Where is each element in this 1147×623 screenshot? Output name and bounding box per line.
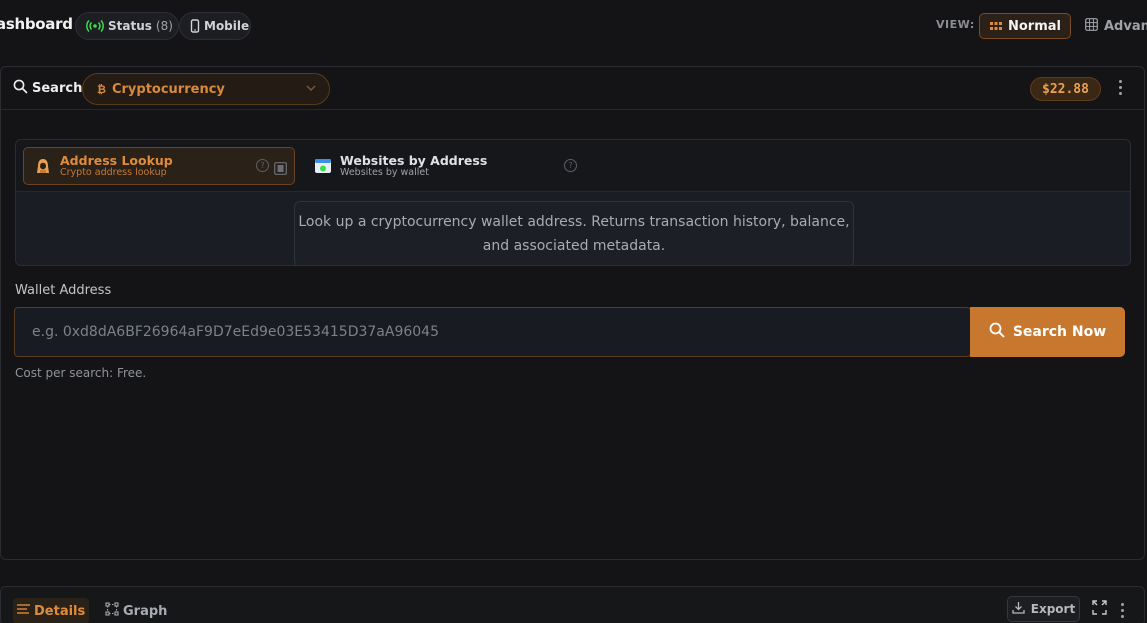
wallet-address-field [14, 307, 971, 357]
category-select[interactable]: ₿ Cryptocurrency [82, 73, 330, 105]
tool-subtitle: Crypto address lookup [60, 167, 167, 178]
search-icon [13, 79, 28, 98]
tool-websites-by-address[interactable]: Websites by Address Websites by wallet ? [304, 147, 577, 185]
status-count: (8) [155, 19, 173, 33]
search-now-button[interactable]: Search Now [970, 307, 1125, 357]
tab-graph[interactable]: Graph [101, 598, 171, 623]
tool-address-lookup[interactable]: Address Lookup Crypto address lookup ? [23, 147, 295, 185]
search-heading: Search [13, 79, 82, 98]
wallet-address-label: Wallet Address [15, 283, 112, 298]
tool-description: Look up a cryptocurrency wallet address.… [294, 201, 854, 265]
view-label: VIEW: [936, 18, 975, 31]
tool-title: Address Lookup [60, 153, 173, 168]
category-selected-label: Cryptocurrency [111, 81, 225, 97]
top-bar: ashboard Status (8) Mobile VIEW: Normal [0, 0, 1147, 50]
export-button[interactable]: Export [1007, 596, 1080, 622]
cost-text: Cost per search: Free. [15, 366, 147, 380]
tool-subtitle: Websites by wallet [340, 167, 429, 178]
fullscreen-icon[interactable] [1092, 600, 1107, 619]
film-icon[interactable] [274, 160, 287, 179]
list-icon [17, 603, 30, 619]
download-icon [1012, 601, 1025, 617]
view-normal-button[interactable]: Normal [979, 13, 1071, 39]
wallet-address-input[interactable] [15, 308, 970, 356]
tool-selector: Address Lookup Crypto address lookup ? W… [15, 139, 1131, 266]
mobile-button[interactable]: Mobile [179, 12, 251, 40]
results-more-options-icon[interactable] [1119, 603, 1125, 618]
page-title: ashboard [0, 15, 73, 33]
tool-list: Address Lookup Crypto address lookup ? W… [16, 140, 1130, 192]
balance-badge: $22.88 [1030, 77, 1101, 101]
search-now-label: Search Now [1012, 324, 1107, 340]
help-icon[interactable]: ? [564, 159, 577, 172]
tab-details[interactable]: Details [13, 598, 90, 623]
status-label: Status [108, 19, 152, 33]
search-label: Search [32, 81, 83, 96]
broadcast-icon [86, 19, 104, 33]
mobile-label: Mobile [204, 19, 250, 33]
results-panel: Details Graph Export [0, 586, 1145, 623]
more-options-icon[interactable] [1117, 80, 1123, 95]
website-icon [314, 157, 332, 175]
view-normal-label: Normal [1008, 18, 1061, 34]
search-panel: Search ₿ Cryptocurrency $22.88 Address L… [0, 66, 1145, 560]
table-icon [1085, 17, 1098, 35]
status-button[interactable]: Status (8) [75, 12, 179, 40]
export-label: Export [1030, 602, 1076, 616]
view-advanced-label: Advan [1104, 18, 1147, 34]
tool-title: Websites by Address [340, 153, 488, 168]
bitcoin-icon: ₿ [97, 82, 106, 96]
tab-graph-label: Graph [123, 603, 168, 619]
search-panel-header: Search ₿ Cryptocurrency $22.88 [1, 67, 1144, 110]
view-advanced-button[interactable]: Advan [1075, 13, 1147, 39]
graph-nodes-icon [105, 602, 119, 620]
hacker-icon [34, 157, 52, 175]
grid-dots-icon [990, 19, 1002, 34]
search-icon [989, 322, 1005, 342]
chevron-down-icon [305, 82, 317, 98]
tab-details-label: Details [34, 603, 86, 619]
phone-icon [190, 19, 200, 33]
help-icon[interactable]: ? [256, 159, 269, 172]
